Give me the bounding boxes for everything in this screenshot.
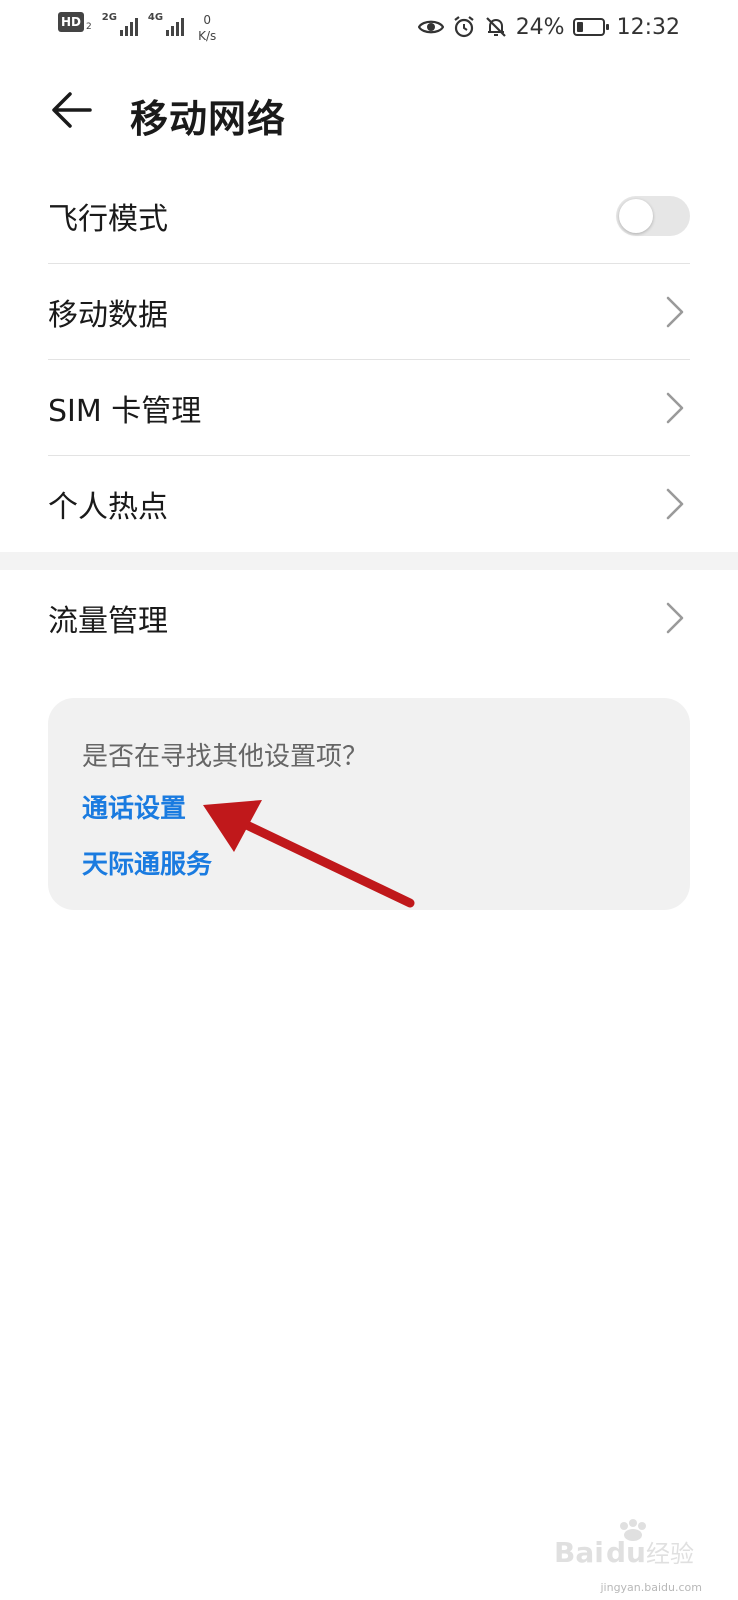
status-bar-left: HD 2 2G 4G 0 K/s [58,12,216,44]
baidu-jingyan-watermark: Bai du 经验 [554,1519,694,1569]
signal-sim1-icon: 2G [102,12,138,36]
sim-management-row[interactable]: SIM 卡管理 [48,360,690,456]
chevron-right-icon [666,488,684,520]
mobile-data-label: 移动数据 [48,297,168,333]
arrow-left-icon [52,92,92,128]
data-usage-row[interactable]: 流量管理 [48,570,690,666]
hotspot-label: 个人热点 [48,490,168,525]
alarm-icon [454,16,474,38]
app-header: 移动网络 [0,76,738,156]
status-bar-right: 24% 12:32 [417,12,680,42]
svg-text:经验: 经验 [646,1540,694,1568]
network-speed-value: 0 [203,13,211,27]
section-divider [0,552,738,570]
chevron-right-icon [666,392,684,423]
battery-icon [572,18,609,36]
battery-level-fill [576,22,583,32]
hd-icon: HD [58,12,85,32]
suggestions-card: 是否在寻找其他设置项？ 通话设置 天际通服务 [48,698,690,910]
suggestions-question: 是否在寻找其他设置项？ [82,742,369,772]
airplane-mode-label: 飞行模式 [48,201,168,237]
chevron-right-icon [666,296,684,327]
sim2-network-gen: 4G [147,12,164,23]
airplane-mode-row[interactable]: 飞行模式 [48,168,690,264]
network-speed-unit: K/s [198,29,217,43]
bell-off-icon [485,17,506,37]
watermark-url: jingyan.baidu.com [600,1581,702,1594]
network-speed: 0 K/s [198,12,216,44]
tianjitong-service-link[interactable]: 天际通服务 [82,844,212,881]
status-bar: HD 2 2G 4G 0 K/s 24% 12:32 [0,0,738,56]
airplane-mode-toggle[interactable] [616,195,690,236]
chevron-right-icon [666,602,684,634]
sim-management-label: SIM 卡管理 [48,393,202,429]
mobile-network-screen: HD 2 2G 4G 0 K/s 24% 12:32 移动网络 飞行模式 移动数… [0,0,738,1600]
call-settings-link[interactable]: 通话设置 [82,788,186,825]
signal-sim2-icon: 4G [147,12,185,36]
clock-time: 12:32 [616,14,680,40]
mobile-data-row[interactable]: 移动数据 [48,264,690,360]
data-usage-label: 流量管理 [48,604,168,639]
toggle-knob [619,198,653,233]
page-title: 移动网络 [130,97,287,141]
eye-icon [417,20,444,34]
settings-list-secondary: 流量管理 [48,570,690,666]
battery-percent: 24% [515,14,565,40]
hd-indicator: HD 2 [58,12,92,32]
back-button[interactable] [48,86,96,134]
sim1-network-gen: 2G [101,12,117,23]
settings-list-primary: 飞行模式 移动数据 SIM 卡管理 个人热点 [48,168,690,552]
svg-text:du: du [606,1536,646,1569]
hd-sub-label: 2 [86,22,92,32]
hotspot-row[interactable]: 个人热点 [48,456,690,552]
svg-text:Bai: Bai [554,1536,604,1569]
